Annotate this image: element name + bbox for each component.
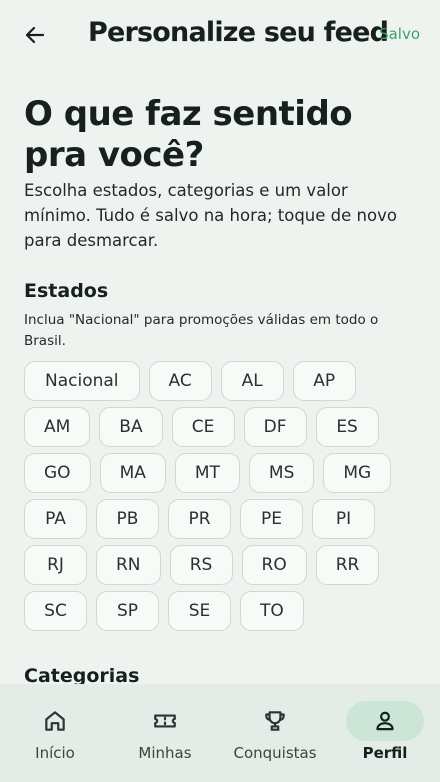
headline: O que faz sentido pra você? xyxy=(24,94,353,175)
nav-item-perfil[interactable]: Perfil xyxy=(330,684,440,782)
state-chip[interactable]: RN xyxy=(96,545,161,585)
page-title: Personalize seu feed xyxy=(88,17,389,48)
section-title-categorias: Categorias xyxy=(24,665,140,684)
trophy-icon xyxy=(265,711,285,731)
state-chip[interactable]: DF xyxy=(243,407,307,447)
state-chip[interactable]: AP xyxy=(292,361,356,401)
nav-label: Minhas xyxy=(138,744,192,762)
state-chip[interactable]: ES xyxy=(315,407,379,447)
state-chip[interactable]: MS xyxy=(248,453,315,493)
nav-pill xyxy=(126,701,204,741)
state-chip[interactable]: MG xyxy=(323,453,392,493)
state-chip[interactable]: PB xyxy=(96,499,159,539)
state-chip[interactable]: PE xyxy=(240,499,303,539)
state-chip[interactable]: Nacional xyxy=(24,361,140,401)
nav-pill-active xyxy=(346,701,424,741)
nav-label: Conquistas xyxy=(233,744,317,762)
intro-text: Escolha estados, categorias e um valor m… xyxy=(24,181,397,250)
state-chip[interactable]: MT xyxy=(174,453,240,493)
nav-item-minhas[interactable]: Minhas xyxy=(110,684,220,782)
state-chip[interactable]: RO xyxy=(241,545,307,585)
nav-label: Perfil xyxy=(362,744,408,762)
bottom-navigation: Início Minhas Conquistas Perfil xyxy=(0,684,440,782)
section-title-estados: Estados xyxy=(24,280,109,302)
saved-status: Salvo xyxy=(379,25,420,43)
state-chip[interactable]: SC xyxy=(24,591,87,631)
nav-pill xyxy=(236,701,314,741)
state-chip[interactable]: TO xyxy=(240,591,304,631)
nav-pill xyxy=(16,701,94,741)
state-chip[interactable]: AL xyxy=(220,361,284,401)
person-icon xyxy=(376,711,394,731)
state-chip[interactable]: RR xyxy=(315,545,380,585)
state-chip[interactable]: MA xyxy=(99,453,166,493)
top-app-bar: Personalize seu feed Salvo xyxy=(0,0,440,70)
nav-item-inicio[interactable]: Início xyxy=(0,684,110,782)
state-chip[interactable]: PR xyxy=(168,499,231,539)
home-icon xyxy=(45,711,65,731)
nav-item-conquistas[interactable]: Conquistas xyxy=(220,684,330,782)
state-chip[interactable]: AC xyxy=(148,361,212,401)
section-hint-estados: Inclua "Nacional" para promoções válidas… xyxy=(24,312,379,349)
state-chip[interactable]: GO xyxy=(24,453,91,493)
state-chip[interactable]: RS xyxy=(169,545,233,585)
ticket-icon xyxy=(154,714,176,728)
content-scroll[interactable]: O que faz sentido pra você? Escolha esta… xyxy=(0,70,440,684)
state-chip[interactable]: BA xyxy=(99,407,163,447)
state-chip[interactable]: SE xyxy=(168,591,231,631)
state-chip[interactable]: CE xyxy=(171,407,235,447)
arrow-left-icon xyxy=(25,26,45,44)
state-chip[interactable]: PI xyxy=(312,499,375,539)
state-chip-group: Nacional AC AL AP AM BA CE DF ES GO MA MT MS MG PA PB PR… xyxy=(24,361,424,631)
back-button[interactable] xyxy=(20,20,50,50)
state-chip[interactable]: RJ xyxy=(24,545,87,585)
state-chip[interactable]: SP xyxy=(96,591,159,631)
state-chip[interactable]: PA xyxy=(24,499,87,539)
state-chip[interactable]: AM xyxy=(24,407,91,447)
nav-label: Início xyxy=(35,744,75,762)
